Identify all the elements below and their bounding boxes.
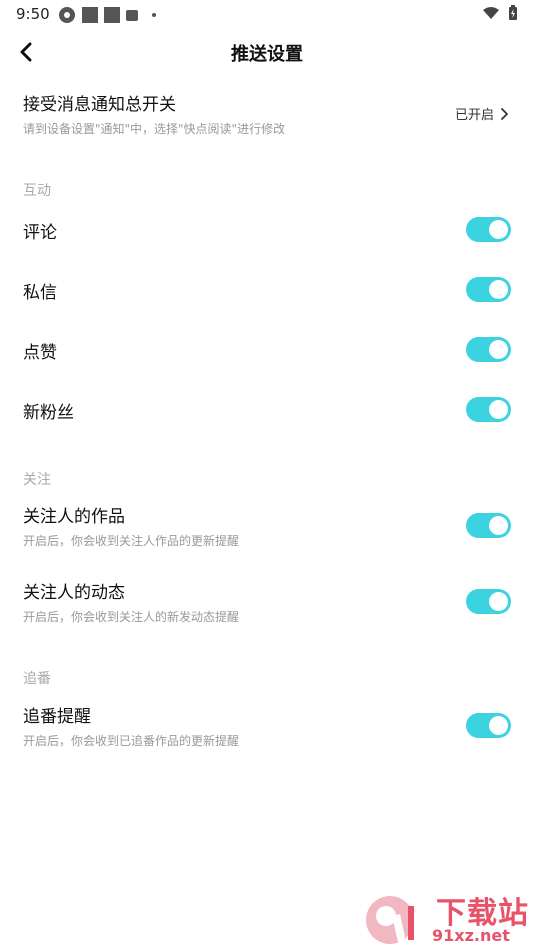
more-notifications-icon	[152, 13, 156, 17]
title-bar: 推送设置	[0, 30, 534, 74]
setting-row-new-follower: 新粉丝	[0, 392, 534, 428]
like-toggle[interactable]	[466, 337, 511, 362]
setting-row-message: 私信	[0, 272, 534, 308]
setting-label: 新粉丝	[23, 403, 74, 423]
watermark-url: 91xz.net	[432, 926, 510, 945]
section-header-follow: 关注	[23, 472, 51, 488]
setting-label: 关注人的动态	[23, 583, 125, 603]
master-title: 接受消息通知总开关	[23, 95, 176, 115]
setting-label: 追番提醒	[23, 707, 91, 727]
master-description: 请到设备设置"通知"中，选择"快点阅读"进行修改	[23, 122, 286, 136]
master-notification-row[interactable]: 接受消息通知总开关 请到设备设置"通知"中，选择"快点阅读"进行修改 已开启	[0, 84, 534, 144]
chevron-right-icon	[501, 107, 508, 120]
section-header-interaction: 互动	[23, 183, 51, 199]
status-bar: 9:50	[0, 0, 534, 28]
system-icons	[482, 5, 518, 21]
toggle-knob	[489, 592, 508, 611]
setting-row-chase-reminder: 追番提醒 开启后，你会收到已追番作品的更新提醒	[0, 700, 534, 754]
master-status[interactable]: 已开启	[455, 104, 508, 123]
toggle-knob	[489, 280, 508, 299]
toggle-knob	[489, 400, 508, 419]
setting-description: 开启后，你会收到关注人的新发动态提醒	[23, 610, 240, 624]
chase-reminder-toggle[interactable]	[466, 713, 511, 738]
notification-icon	[126, 9, 138, 21]
toggle-knob	[489, 516, 508, 535]
page-title: 推送设置	[231, 44, 303, 65]
notification-icons	[58, 6, 156, 24]
followed-works-toggle[interactable]	[466, 513, 511, 538]
watermark-logo: 下载站 91xz.net	[362, 888, 532, 950]
master-status-text: 已开启	[454, 108, 494, 123]
toggle-knob	[489, 220, 508, 239]
new-follower-toggle[interactable]	[466, 397, 511, 422]
notification-icon	[104, 7, 120, 23]
message-toggle[interactable]	[466, 277, 511, 302]
section-header-chase: 追番	[23, 671, 51, 687]
wifi-icon	[483, 7, 499, 19]
setting-label: 私信	[23, 283, 57, 303]
comment-toggle[interactable]	[466, 217, 511, 242]
app-icon	[59, 7, 75, 23]
battery-icon	[509, 5, 517, 20]
followed-updates-toggle[interactable]	[466, 589, 511, 614]
setting-row-followed-updates: 关注人的动态 开启后，你会收到关注人的新发动态提醒	[0, 576, 534, 630]
setting-label: 点赞	[23, 343, 57, 363]
setting-label: 评论	[23, 223, 57, 243]
status-time: 9:50	[16, 5, 50, 23]
watermark-logo-icon	[366, 896, 414, 944]
toggle-knob	[489, 340, 508, 359]
setting-row-followed-works: 关注人的作品 开启后，你会收到关注人作品的更新提醒	[0, 500, 534, 554]
setting-label: 关注人的作品	[23, 507, 125, 527]
setting-row-comment: 评论	[0, 212, 534, 248]
setting-row-like: 点赞	[0, 332, 534, 368]
setting-description: 开启后，你会收到关注人作品的更新提醒	[23, 534, 240, 548]
notification-icon	[82, 7, 98, 23]
toggle-knob	[489, 716, 508, 735]
setting-description: 开启后，你会收到已追番作品的更新提醒	[23, 734, 240, 748]
